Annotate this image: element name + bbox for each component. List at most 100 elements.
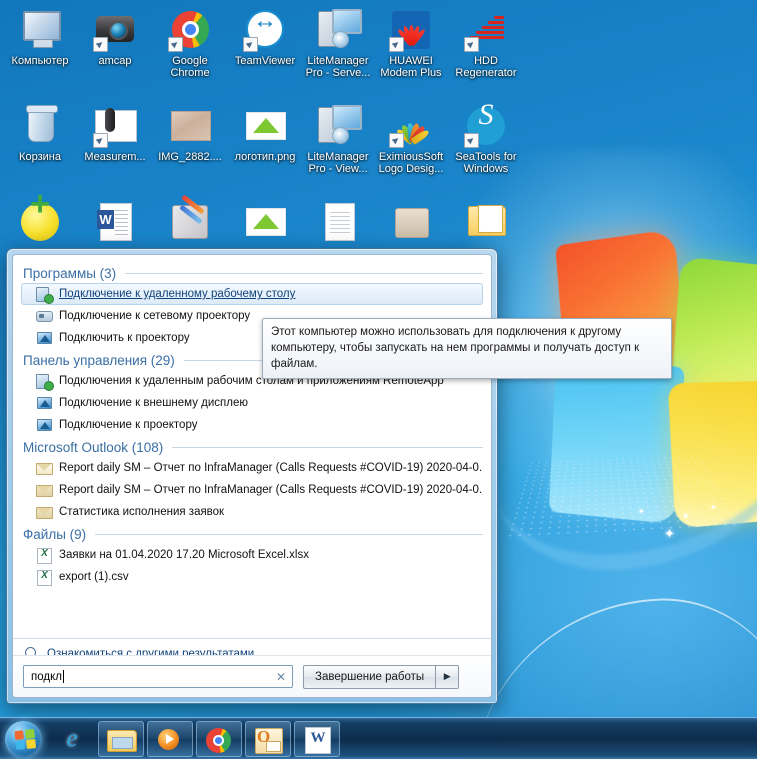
start-orb-icon <box>5 720 42 758</box>
recycle-bin-icon <box>18 104 62 148</box>
projector-monitor-icon <box>36 330 52 346</box>
desktop-icon-litemanager-viewer[interactable]: LiteManager Pro - View... <box>300 104 376 175</box>
start-menu-bottom-bar: подкл ✕ Завершение работы ▶ <box>13 655 491 697</box>
search-input[interactable]: подкл ✕ <box>23 665 293 688</box>
windows-logo-icon <box>14 728 37 750</box>
desktop-icon-label: LiteManager Pro - View... <box>307 151 369 175</box>
desktop-icon-eximioussoft[interactable]: EximiousSoft Logo Desig... <box>373 104 449 175</box>
chrome-icon <box>206 727 231 753</box>
desktop-icon-img-2882[interactable]: IMG_2882.... <box>152 104 228 163</box>
taskbar-media-player[interactable] <box>147 720 193 757</box>
result-item-mail-1[interactable]: Report daily SM – Отчет по InfraManager … <box>21 457 483 479</box>
section-title: Microsoft Outlook (108) <box>23 440 164 455</box>
wallpaper-dot-field <box>504 454 741 540</box>
taskbar-google-chrome[interactable] <box>196 720 242 757</box>
results-section-header-programs: Программы (3) <box>23 266 483 281</box>
section-title: Программы (3) <box>23 266 117 281</box>
desktop-icon-paint-file[interactable] <box>152 194 228 247</box>
teamviewer-icon <box>243 8 287 52</box>
measurement-icon <box>93 104 137 148</box>
section-title: Панель управления (29) <box>23 353 175 368</box>
desktop-icon-label: amcap <box>98 55 132 67</box>
desktop-icon-teamviewer[interactable]: TeamViewer <box>227 8 303 67</box>
archive-icon <box>389 200 433 244</box>
litemanager-server-icon <box>316 8 362 52</box>
remoteapp-icon <box>36 373 54 391</box>
desktop-screen: ✦ ✦ ✦ ✦ Компьютер amcap Google Chrome Te… <box>0 0 757 759</box>
result-item-projector[interactable]: Подключение к проектору <box>21 414 483 436</box>
desktop-icon-measurement[interactable]: Measurem... <box>77 104 153 163</box>
desktop-icon-text-file[interactable] <box>300 200 376 247</box>
desktop-icon-huawei-modem[interactable]: HUAWEI Modem Plus <box>373 8 449 79</box>
start-button[interactable] <box>2 720 46 758</box>
desktop-icon-label: Компьютер <box>11 55 69 67</box>
section-divider <box>125 273 483 274</box>
external-display-icon <box>36 395 52 411</box>
tooltip-text: Этот компьютер можно использовать для по… <box>271 326 640 370</box>
desktop-icon-litemanager-server[interactable]: LiteManager Pro - Serve... <box>300 8 376 79</box>
text-file-icon <box>316 200 360 244</box>
taskbar-internet-explorer[interactable]: e <box>49 721 95 757</box>
desktop-icon-archive[interactable] <box>373 200 449 247</box>
results-section-header-files: Файлы (9) <box>23 527 483 542</box>
desktop-icon-logotip-png[interactable]: логотип.png <box>227 104 303 163</box>
desktop-icon-installer[interactable] <box>2 198 78 247</box>
excel-file-icon <box>36 547 52 564</box>
desktop-icon-hdd-regenerator[interactable]: HDD Regenerator <box>448 8 524 79</box>
taskbar-microsoft-outlook[interactable] <box>245 720 291 757</box>
results-section-header-outlook: Microsoft Outlook (108) <box>23 440 483 455</box>
network-projector-icon <box>36 308 53 324</box>
section-divider <box>95 534 483 535</box>
mail-read-icon <box>36 482 53 498</box>
section-divider <box>172 447 483 448</box>
result-item-remote-desktop[interactable]: Подключение к удаленному рабочему столу <box>21 283 483 305</box>
png-image-icon <box>243 200 287 244</box>
desktop-icon-label: Measurem... <box>84 151 146 163</box>
folder-icon <box>107 729 137 752</box>
shutdown-options-arrow[interactable]: ▶ <box>435 664 460 689</box>
taskbar: e <box>0 717 757 759</box>
desktop-icon-seatools[interactable]: SeaTools for Windows <box>448 104 524 175</box>
remote-desktop-icon <box>36 286 54 304</box>
close-icon[interactable]: ✕ <box>276 671 286 683</box>
result-item-label: Подключение к внешнему дисплею <box>59 397 248 409</box>
result-item-label: Подключение к удаленному рабочему столу <box>59 288 296 300</box>
mail-unread-icon <box>36 460 53 476</box>
result-item-mail-2[interactable]: Report daily SM – Отчет по InfraManager … <box>21 479 483 501</box>
desktop-icon-label: Google Chrome <box>170 55 210 79</box>
desktop-icon-label: LiteManager Pro - Serve... <box>305 55 371 79</box>
result-item-label: export (1).csv <box>59 571 129 583</box>
huawei-icon <box>389 8 433 52</box>
internet-explorer-icon: e <box>66 724 78 752</box>
desktop-icon-word-document[interactable]: W <box>77 200 153 247</box>
result-item-file-xlsx[interactable]: Заявки на 01.04.2020 17.20 Microsoft Exc… <box>21 544 483 566</box>
result-item-file-csv[interactable]: export (1).csv <box>21 566 483 588</box>
search-input-value: подкл <box>31 670 62 683</box>
csv-file-icon <box>36 569 52 586</box>
desktop-icon-computer[interactable]: Компьютер <box>2 8 78 67</box>
taskbar-microsoft-word[interactable] <box>294 720 340 757</box>
media-player-icon <box>158 728 179 750</box>
projector-icon <box>36 417 52 433</box>
desktop-icon-folder[interactable] <box>448 200 524 247</box>
tooltip: Этот компьютер можно использовать для по… <box>262 318 672 379</box>
desktop-icon-recycle-bin[interactable]: Корзина <box>2 104 78 163</box>
section-title: Файлы (9) <box>23 527 87 542</box>
desktop-icon-label: HDD Regenerator <box>455 55 517 79</box>
installer-plus-icon <box>18 198 62 244</box>
shutdown-button[interactable]: Завершение работы <box>303 664 436 689</box>
word-icon <box>305 726 331 754</box>
eximioussoft-icon <box>389 104 433 148</box>
desktop-icon-label: логотип.png <box>234 151 296 163</box>
result-item-mail-3[interactable]: Статистика исполнения заявок <box>21 501 483 523</box>
shutdown-button-label: Завершение работы <box>315 670 425 683</box>
litemanager-viewer-icon <box>316 104 362 148</box>
desktop-icon-amcap[interactable]: amcap <box>77 8 153 67</box>
camera-icon <box>93 8 137 52</box>
desktop-icon-google-chrome[interactable]: Google Chrome <box>152 8 228 79</box>
taskbar-windows-explorer[interactable] <box>98 720 144 757</box>
desktop-icon-png-file[interactable] <box>227 200 303 247</box>
result-item-external-display[interactable]: Подключение к внешнему дисплею <box>21 392 483 414</box>
image-file-icon <box>168 104 212 148</box>
result-item-label: Подключить к проектору <box>59 332 190 344</box>
